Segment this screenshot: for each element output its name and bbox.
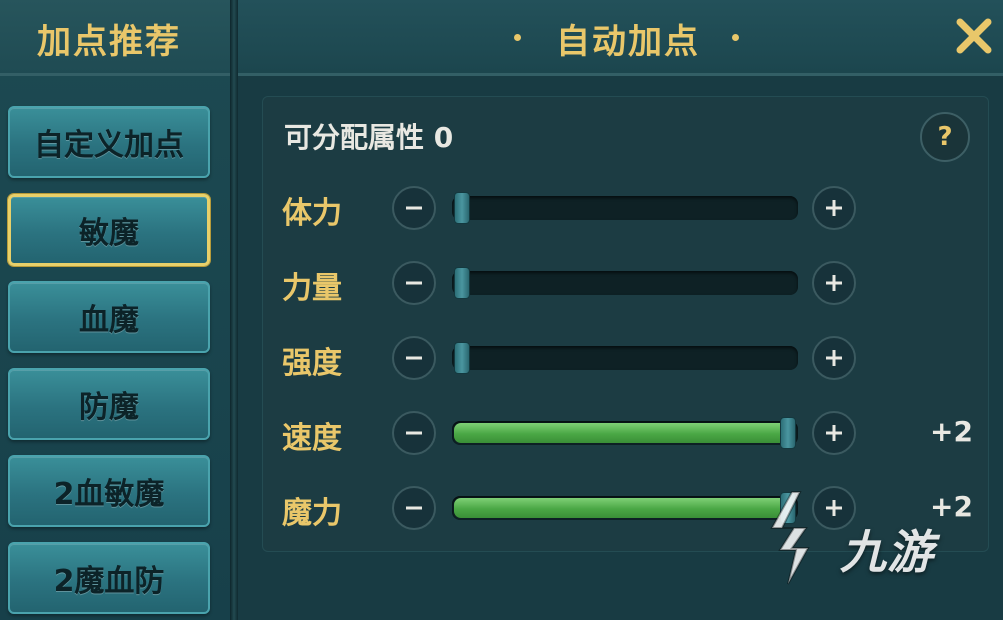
slider-fill	[454, 498, 788, 518]
decrease-strength-button[interactable]	[392, 261, 436, 305]
toughness-slider-track[interactable]	[452, 342, 798, 374]
stat-bonus: +2	[930, 490, 973, 523]
decrease-toughness-button[interactable]	[392, 336, 436, 380]
minus-icon	[406, 506, 422, 510]
stat-row-toughness: 强度	[262, 330, 989, 386]
preset-button-agi-magic[interactable]: 敏魔	[8, 194, 210, 266]
stat-label: 速度	[282, 421, 342, 456]
stat-row-magic: 魔力 +2	[262, 480, 989, 536]
panel-title: 自动加点	[556, 22, 700, 62]
minus-icon	[406, 431, 422, 435]
stat-row-speed: 速度 +2	[262, 405, 989, 461]
allocatable-points-label: 可分配属性 0	[284, 121, 454, 154]
minus-icon	[406, 206, 422, 210]
stat-row-strength: 力量	[262, 255, 989, 311]
increase-toughness-button[interactable]	[812, 336, 856, 380]
stat-label: 强度	[282, 346, 342, 381]
stat-label: 力量	[282, 271, 342, 306]
increase-stamina-button[interactable]	[812, 186, 856, 230]
panel-header: 自动加点	[238, 0, 1003, 76]
minus-icon	[406, 356, 422, 360]
slider-handle[interactable]	[454, 342, 470, 374]
stat-label: 体力	[282, 196, 342, 231]
plus-icon	[826, 500, 842, 516]
preset-button-label: 2血敏魔	[53, 477, 165, 512]
decrease-magic-button[interactable]	[392, 486, 436, 530]
preset-button-label: 2魔血防	[53, 564, 165, 599]
stat-row-stamina: 体力	[262, 180, 989, 236]
decrease-speed-button[interactable]	[392, 411, 436, 455]
magic-slider-track[interactable]	[452, 492, 798, 524]
stat-label: 魔力	[282, 496, 342, 531]
close-icon	[956, 18, 992, 54]
slider-handle[interactable]	[780, 417, 796, 449]
preset-button-label: 血魔	[79, 303, 139, 338]
decrease-stamina-button[interactable]	[392, 186, 436, 230]
title-dot-right	[732, 34, 739, 41]
increase-strength-button[interactable]	[812, 261, 856, 305]
preset-button-hp-magic[interactable]: 血魔	[8, 281, 210, 353]
plus-icon	[826, 350, 842, 366]
stamina-slider-track[interactable]	[452, 192, 798, 224]
preset-sidebar: 加点推荐 自定义加点 敏魔 血魔 防魔 2血敏魔 2魔血防	[0, 0, 230, 620]
minus-icon	[406, 281, 422, 285]
increase-speed-button[interactable]	[812, 411, 856, 455]
slider-handle[interactable]	[780, 492, 796, 524]
plus-icon	[826, 425, 842, 441]
help-icon: ?	[937, 122, 953, 152]
help-button[interactable]: ?	[920, 112, 970, 162]
preset-button-label: 敏魔	[79, 216, 139, 251]
preset-button-2hp-agi-magic[interactable]: 2血敏魔	[8, 455, 210, 527]
preset-button-label: 自定义加点	[34, 128, 184, 163]
plus-icon	[826, 275, 842, 291]
preset-button-def-magic[interactable]: 防魔	[8, 368, 210, 440]
panel-divider	[230, 0, 238, 620]
sidebar-title: 加点推荐	[37, 22, 181, 62]
plus-icon	[826, 200, 842, 216]
strength-slider-track[interactable]	[452, 267, 798, 299]
sidebar-header: 加点推荐	[0, 0, 230, 76]
close-button[interactable]	[950, 12, 998, 60]
speed-slider-track[interactable]	[452, 417, 798, 449]
stat-bonus: +2	[930, 415, 973, 448]
stats-card: 可分配属性 0 ? 体力 力量 强度 速度 +2 魔力 +2	[262, 96, 989, 552]
slider-handle[interactable]	[454, 267, 470, 299]
preset-button-2magic-hp-def[interactable]: 2魔血防	[8, 542, 210, 614]
auto-allocate-panel: 自动加点 可分配属性 0 ? 体力 力量 强度 速度 +2 魔力 +2	[238, 0, 1003, 620]
increase-magic-button[interactable]	[812, 486, 856, 530]
preset-button-label: 防魔	[79, 390, 139, 425]
slider-handle[interactable]	[454, 192, 470, 224]
slider-fill	[454, 423, 788, 443]
preset-button-custom[interactable]: 自定义加点	[8, 106, 210, 178]
